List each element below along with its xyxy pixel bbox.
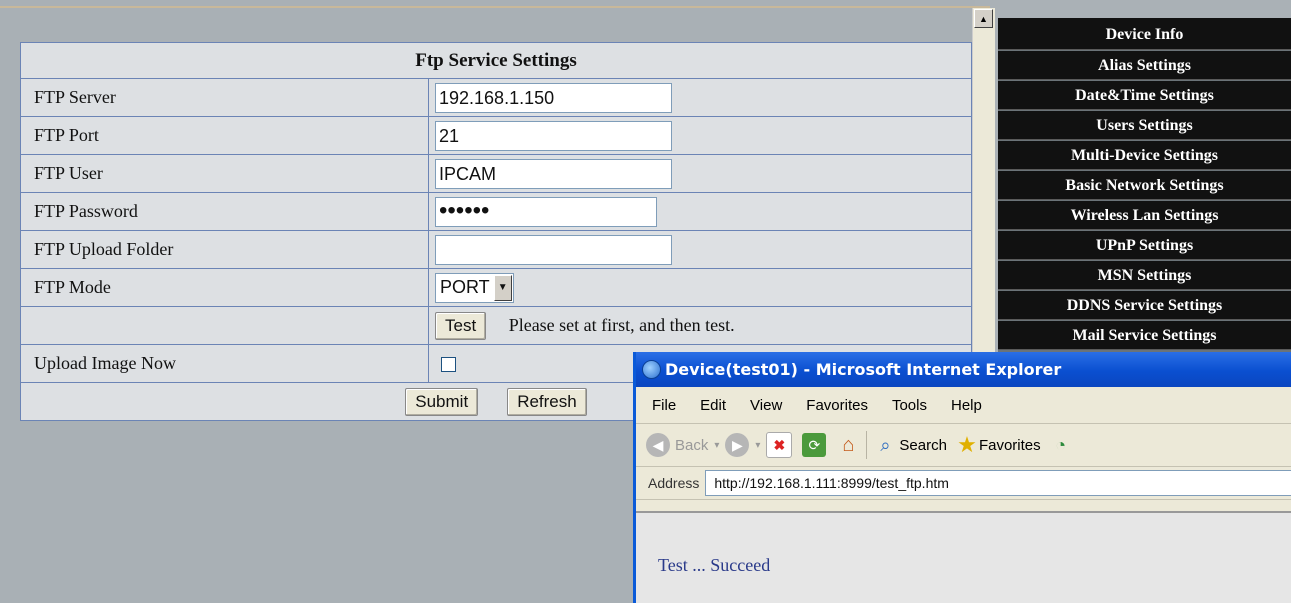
empty-cell <box>20 306 429 345</box>
test-message: Please set at first, and then test. <box>508 315 735 335</box>
nav-item-upnp-settings[interactable]: UPnP Settings <box>998 231 1291 260</box>
submit-button[interactable]: Submit <box>405 387 479 416</box>
ftp-server-input[interactable]: 192.168.1.150 <box>435 82 672 113</box>
ie-titlebar[interactable]: Device(test01) - Microsoft Internet Expl… <box>636 352 1291 387</box>
ftp-mode-value: PORT <box>440 277 490 297</box>
ftp-password-label: FTP Password <box>20 192 429 231</box>
ftp-mode-row: FTP Mode PORT ▼ <box>20 268 972 307</box>
favorites-label[interactable]: Favorites <box>979 437 1041 454</box>
ftp-server-row: FTP Server 192.168.1.150 <box>20 78 972 117</box>
ie-address-bar: Address http://192.168.1.111:8999/test_f… <box>636 467 1291 500</box>
search-label[interactable]: Search <box>899 437 947 454</box>
nav-item-mail-service-settings[interactable]: Mail Service Settings <box>998 321 1291 350</box>
nav-item-msn-settings[interactable]: MSN Settings <box>998 261 1291 290</box>
address-label: Address <box>648 475 700 491</box>
address-input[interactable]: http://192.168.1.111:8999/test_ftp.htm <box>705 470 1291 496</box>
ftp-settings-title: Ftp Service Settings <box>20 42 972 79</box>
nav-item-wireless-lan-settings[interactable]: Wireless Lan Settings <box>998 201 1291 230</box>
ftp-password-input[interactable]: •••••• <box>435 196 657 227</box>
back-icon[interactable]: ◀ <box>646 433 670 457</box>
ftp-mode-label: FTP Mode <box>20 268 429 307</box>
top-divider <box>0 6 990 8</box>
menu-favorites[interactable]: Favorites <box>806 397 868 414</box>
ie-toolbar: ◀ Back ▾ ▶ ▾ ✖ ⟳ ⌂ ⌕ Search ★ Favorites … <box>636 424 1291 467</box>
menu-help[interactable]: Help <box>951 397 982 414</box>
ftp-port-input[interactable]: 21 <box>435 120 672 151</box>
ftp-folder-row: FTP Upload Folder <box>20 230 972 269</box>
stop-icon[interactable]: ✖ <box>766 432 793 458</box>
forward-dropdown-icon[interactable]: ▾ <box>755 440 760 451</box>
ftp-folder-label: FTP Upload Folder <box>20 230 429 269</box>
home-icon[interactable]: ⌂ <box>836 433 860 457</box>
menu-edit[interactable]: Edit <box>700 397 726 414</box>
back-label[interactable]: Back <box>675 437 708 454</box>
ftp-server-label: FTP Server <box>20 78 429 117</box>
nav-item-device-info[interactable]: Device Info <box>998 18 1291 50</box>
search-icon[interactable]: ⌕ <box>873 433 897 457</box>
ftp-password-row: FTP Password •••••• <box>20 192 972 231</box>
ftp-mode-select[interactable]: PORT ▼ <box>435 272 514 303</box>
upload-checkbox[interactable] <box>441 357 456 373</box>
forward-icon[interactable]: ▶ <box>725 433 750 457</box>
ie-popup-window: Device(test01) - Microsoft Internet Expl… <box>633 352 1291 603</box>
ftp-test-row: Test Please set at first, and then test. <box>20 306 972 345</box>
dropdown-arrow-icon[interactable]: ▼ <box>493 274 512 301</box>
ie-logo-icon <box>642 360 661 379</box>
menu-view[interactable]: View <box>750 397 782 414</box>
test-button[interactable]: Test <box>435 311 487 340</box>
media-icon[interactable]: ◔ <box>1049 433 1073 457</box>
ftp-user-input[interactable]: IPCAM <box>435 158 672 189</box>
ftp-port-label: FTP Port <box>20 116 429 155</box>
back-dropdown-icon[interactable]: ▾ <box>714 440 719 451</box>
upload-label: Upload Image Now <box>20 344 429 383</box>
ftp-folder-input[interactable] <box>435 234 672 265</box>
nav-item-basic-network-settings[interactable]: Basic Network Settings <box>998 171 1291 200</box>
toolbar-divider <box>866 431 868 459</box>
menu-file[interactable]: File <box>652 397 676 414</box>
menu-tools[interactable]: Tools <box>892 397 927 414</box>
ie-window-title: Device(test01) - Microsoft Internet Expl… <box>665 360 1062 379</box>
up-arrow-icon[interactable]: ▲ <box>974 9 993 28</box>
ie-menubar: File Edit View Favorites Tools Help <box>636 387 1291 424</box>
ftp-user-label: FTP User <box>20 154 429 193</box>
ie-content: Test ... Succeed <box>636 511 1291 603</box>
favorites-star-icon[interactable]: ★ <box>955 432 979 457</box>
ftp-port-row: FTP Port 21 <box>20 116 972 155</box>
nav-item-multi-device-settings[interactable]: Multi-Device Settings <box>998 141 1291 170</box>
nav-item-users-settings[interactable]: Users Settings <box>998 111 1291 140</box>
nav-item-date-time-settings[interactable]: Date&Time Settings <box>998 81 1291 110</box>
refresh-button[interactable]: Refresh <box>507 387 587 416</box>
ftp-user-row: FTP User IPCAM <box>20 154 972 193</box>
nav-item-ddns-service-settings[interactable]: DDNS Service Settings <box>998 291 1291 320</box>
nav-item-alias-settings[interactable]: Alias Settings <box>998 51 1291 80</box>
refresh-icon[interactable]: ⟳ <box>802 433 827 457</box>
test-result-text: Test ... Succeed <box>658 555 771 575</box>
